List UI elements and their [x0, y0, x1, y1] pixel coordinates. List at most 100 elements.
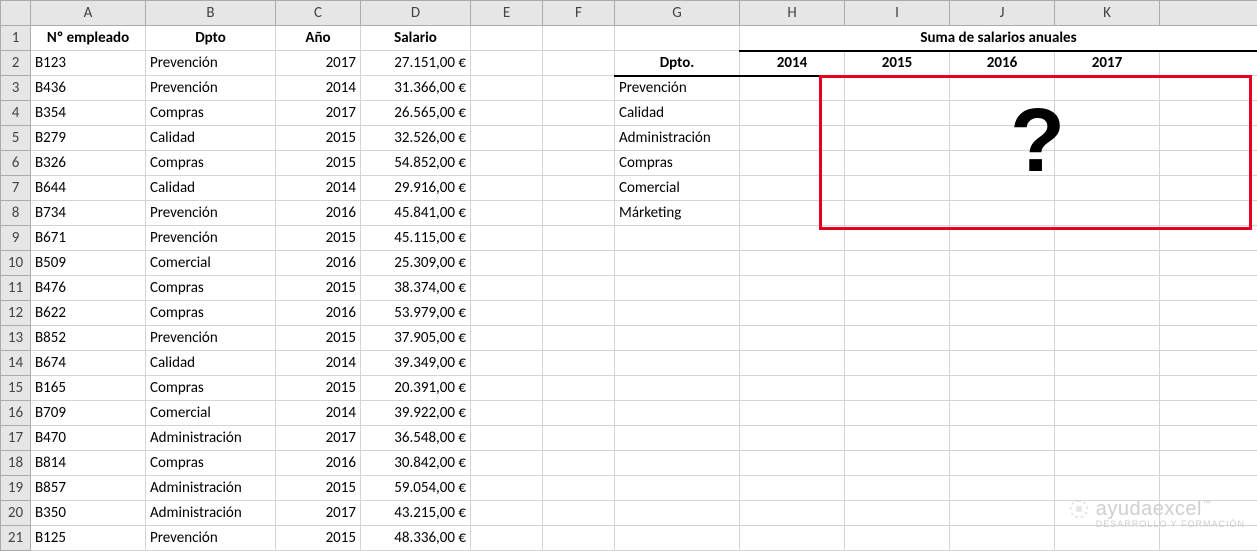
cell[interactable]: [543, 351, 615, 376]
summary-dept[interactable]: Comercial: [615, 176, 740, 201]
cell-salary[interactable]: 32.526,00 €: [361, 126, 471, 151]
cell[interactable]: [950, 476, 1055, 501]
row-header-20[interactable]: 20: [1, 501, 31, 526]
cell[interactable]: [543, 226, 615, 251]
cell[interactable]: [615, 226, 740, 251]
summary-cell[interactable]: [950, 201, 1055, 226]
cell[interactable]: [543, 401, 615, 426]
cell-dpto[interactable]: Prevención: [146, 326, 276, 351]
spreadsheet-grid[interactable]: A B C D E F G H I J K 1Nº empleadoDptoAñ…: [0, 0, 1257, 551]
cell[interactable]: [543, 301, 615, 326]
cell[interactable]: [950, 226, 1055, 251]
cell-emp[interactable]: B734: [31, 201, 146, 226]
cell[interactable]: [1160, 151, 1257, 176]
cell-emp[interactable]: B857: [31, 476, 146, 501]
col-header-B[interactable]: B: [146, 1, 276, 26]
summary-dept[interactable]: Administración: [615, 126, 740, 151]
cell[interactable]: [471, 201, 543, 226]
summary-cell[interactable]: [1055, 101, 1160, 126]
col-header-J[interactable]: J: [950, 1, 1055, 26]
cell-emp[interactable]: B123: [31, 51, 146, 76]
cell[interactable]: [1160, 276, 1257, 301]
summary-cell[interactable]: [740, 151, 845, 176]
data-row[interactable]: 16B709Comercial201439.922,00 €: [1, 401, 1257, 426]
cell[interactable]: [1055, 401, 1160, 426]
row-header-5[interactable]: 5: [1, 126, 31, 151]
cell[interactable]: [1160, 51, 1257, 76]
cell[interactable]: [1160, 301, 1257, 326]
summary-cell[interactable]: [740, 101, 845, 126]
cell-emp[interactable]: B814: [31, 451, 146, 476]
summary-cell[interactable]: [740, 126, 845, 151]
cell[interactable]: [950, 251, 1055, 276]
cell-dpto[interactable]: Compras: [146, 151, 276, 176]
cell[interactable]: [950, 301, 1055, 326]
cell[interactable]: [1055, 501, 1160, 526]
row-header-8[interactable]: 8: [1, 201, 31, 226]
cell[interactable]: [1160, 326, 1257, 351]
data-row[interactable]: 12B622Compras201653.979,00 €: [1, 301, 1257, 326]
summary-cell[interactable]: [845, 101, 950, 126]
row-header-6[interactable]: 6: [1, 151, 31, 176]
cell[interactable]: [543, 501, 615, 526]
cell[interactable]: [471, 501, 543, 526]
cell-emp[interactable]: B436: [31, 76, 146, 101]
cell[interactable]: [1055, 451, 1160, 476]
cell-emp[interactable]: B279: [31, 126, 146, 151]
row-header-13[interactable]: 13: [1, 326, 31, 351]
cell[interactable]: [1160, 501, 1257, 526]
header-dpto[interactable]: Dpto: [146, 26, 276, 51]
cell-year[interactable]: 2017: [276, 101, 361, 126]
cell[interactable]: [740, 451, 845, 476]
cell[interactable]: [471, 326, 543, 351]
cell[interactable]: [471, 126, 543, 151]
cell-year[interactable]: 2015: [276, 526, 361, 551]
cell-year[interactable]: 2015: [276, 326, 361, 351]
cell[interactable]: [543, 476, 615, 501]
cell[interactable]: [471, 351, 543, 376]
cell[interactable]: [615, 451, 740, 476]
cell[interactable]: [845, 501, 950, 526]
summary-cell[interactable]: [845, 76, 950, 101]
cell[interactable]: [740, 326, 845, 351]
cell[interactable]: [1160, 526, 1257, 551]
cell[interactable]: [543, 126, 615, 151]
summary-cell[interactable]: [950, 126, 1055, 151]
cell-year[interactable]: 2017: [276, 51, 361, 76]
cell[interactable]: [471, 301, 543, 326]
cell[interactable]: [543, 51, 615, 76]
cell[interactable]: [845, 251, 950, 276]
summary-dept[interactable]: Calidad: [615, 101, 740, 126]
summary-cell[interactable]: [950, 76, 1055, 101]
cell-year[interactable]: 2014: [276, 76, 361, 101]
cell-emp[interactable]: B671: [31, 226, 146, 251]
cell[interactable]: [1055, 426, 1160, 451]
cell-dpto[interactable]: Compras: [146, 451, 276, 476]
cell[interactable]: [740, 501, 845, 526]
data-row[interactable]: 7B644Calidad201429.916,00 €Comercial: [1, 176, 1257, 201]
row-header-1[interactable]: 1: [1, 26, 31, 51]
cell-year[interactable]: 2014: [276, 351, 361, 376]
col-header-G[interactable]: G: [615, 1, 740, 26]
cell-dpto[interactable]: Administración: [146, 476, 276, 501]
cell[interactable]: [1055, 351, 1160, 376]
header-ano[interactable]: Año: [276, 26, 361, 51]
cell-emp[interactable]: B125: [31, 526, 146, 551]
cell[interactable]: [615, 401, 740, 426]
data-row[interactable]: 13B852Prevención201537.905,00 €: [1, 326, 1257, 351]
row-header-2[interactable]: 2: [1, 51, 31, 76]
cell[interactable]: [471, 376, 543, 401]
cell-year[interactable]: 2014: [276, 401, 361, 426]
cell-dpto[interactable]: Prevención: [146, 51, 276, 76]
cell[interactable]: [740, 351, 845, 376]
summary-cell[interactable]: [1055, 126, 1160, 151]
cell[interactable]: [845, 451, 950, 476]
summary-cell[interactable]: [1055, 176, 1160, 201]
cell[interactable]: [845, 526, 950, 551]
cell-year[interactable]: 2015: [276, 126, 361, 151]
summary-cell[interactable]: [845, 151, 950, 176]
cell[interactable]: [615, 26, 740, 51]
cell-year[interactable]: 2016: [276, 451, 361, 476]
col-header-I[interactable]: I: [845, 1, 950, 26]
cell[interactable]: [615, 351, 740, 376]
